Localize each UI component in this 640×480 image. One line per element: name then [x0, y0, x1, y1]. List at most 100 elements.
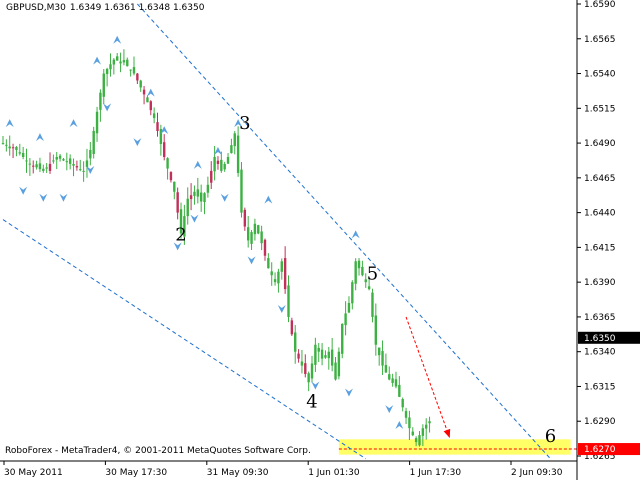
- candle-body-106: [357, 260, 361, 269]
- candle-body-66: [223, 163, 226, 170]
- candle-body-82: [277, 271, 280, 284]
- candle-body-99: [334, 362, 337, 380]
- candle-body-39: [132, 67, 136, 74]
- candle-body-11: [38, 163, 42, 170]
- candle-body-56: [189, 195, 193, 200]
- candle-body-42: [142, 89, 146, 95]
- candle-body-37: [126, 59, 129, 67]
- candle-body-41: [139, 80, 142, 88]
- candle-body-101: [341, 323, 344, 354]
- candle-body-36: [122, 60, 126, 63]
- y-tick-label-1.6290: 1.6290: [584, 417, 616, 427]
- x-tick-label-1: 30 May 17:30: [105, 468, 167, 478]
- candle-body-90: [304, 363, 307, 374]
- candle-body-123: [414, 438, 418, 443]
- candle-body-104: [351, 282, 354, 304]
- candle-body-13: [45, 167, 48, 169]
- candle-body-113: [381, 351, 384, 366]
- candle-body-3: [11, 147, 15, 149]
- candle-body-62: [210, 170, 213, 183]
- candle-body-87: [294, 332, 297, 352]
- candle-body-74: [250, 232, 253, 244]
- candle-body-94: [317, 347, 320, 352]
- wave-label-2: 2: [175, 224, 186, 245]
- candle-body-33: [112, 59, 116, 65]
- y-tick-label-1.6590: 1.6590: [584, 0, 616, 10]
- candle-body-97: [327, 351, 331, 359]
- candle-body-12: [42, 168, 45, 171]
- candle-body-38: [129, 69, 132, 71]
- candle-body-2: [8, 146, 11, 149]
- y-tick-label-1.6490: 1.6490: [584, 139, 616, 149]
- symbol-label: GBPUSD,M30: [6, 3, 66, 13]
- y-tick-label-1.6565: 1.6565: [584, 35, 616, 45]
- candle-body-7: [25, 160, 28, 162]
- candle-body-121: [408, 417, 411, 429]
- y-tick-label-1.6540: 1.6540: [584, 70, 616, 80]
- candle-body-75: [253, 223, 257, 235]
- candle-body-118: [398, 384, 401, 397]
- candle-body-79: [267, 258, 270, 269]
- candle-body-109: [367, 286, 371, 290]
- candle-body-43: [146, 97, 149, 103]
- candle-body-125: [421, 428, 425, 436]
- candle-body-86: [290, 320, 294, 335]
- candle-body-27: [92, 130, 95, 155]
- candle-body-72: [243, 209, 247, 227]
- y-tick-label-1.6415: 1.6415: [584, 243, 616, 253]
- candle-body-4: [15, 146, 18, 151]
- candle-body-88: [297, 353, 300, 359]
- candle-body-28: [95, 111, 99, 134]
- copyright-text: RoboForex - MetaTrader4, © 2001-2011 Met…: [5, 446, 311, 456]
- x-tick-label-5: 2 Jun 09:30: [511, 468, 563, 478]
- candle-body-81: [273, 279, 277, 283]
- candle-body-124: [418, 435, 421, 446]
- candle-body-61: [206, 184, 210, 193]
- candle-body-89: [300, 361, 304, 366]
- candle-body-126: [425, 424, 428, 429]
- candle-body-49: [166, 158, 169, 169]
- candle-body-46: [156, 122, 159, 132]
- candle-body-80: [270, 271, 273, 276]
- candle-body-103: [347, 303, 351, 313]
- wave-label-6: 6: [545, 426, 556, 447]
- candle-body-105: [354, 261, 357, 284]
- candle-body-127: [428, 421, 431, 424]
- candle-body-107: [361, 266, 364, 276]
- candle-body-64: [216, 160, 220, 164]
- wave-label-5: 5: [367, 263, 378, 284]
- price-chart[interactable]: 2 3 4 5 6 1.6590 1.6565 1.6540 1.6515 1.6490 1.64…: [0, 0, 640, 480]
- candle-body-98: [330, 349, 334, 366]
- candle-body-21: [72, 163, 75, 166]
- candle-body-57: [193, 191, 196, 196]
- candle-body-60: [203, 193, 206, 202]
- candle-body-55: [186, 198, 189, 217]
- y-tick-label-1.6315: 1.6315: [584, 382, 616, 392]
- candle-body-120: [404, 411, 408, 418]
- candle-body-69: [233, 133, 236, 147]
- candle-body-15: [52, 160, 55, 162]
- candle-body-19: [65, 161, 69, 163]
- candle-body-114: [384, 365, 388, 373]
- candle-body-35: [119, 61, 122, 64]
- candle-body-6: [21, 153, 25, 157]
- candle-body-117: [394, 379, 398, 387]
- candle-body-122: [411, 431, 414, 436]
- x-tick-label-3: 1 Jun 01:30: [308, 468, 360, 478]
- candle-body-84: [283, 258, 287, 290]
- candle-body-116: [391, 378, 394, 383]
- chart-background: [0, 0, 640, 480]
- candle-body-22: [75, 166, 79, 168]
- candle-body-0: [1, 143, 5, 145]
- candle-body-65: [220, 159, 223, 171]
- candle-body-44: [149, 101, 152, 111]
- candle-body-63: [213, 156, 216, 172]
- candle-body-29: [99, 92, 102, 110]
- x-tick-label-0: 30 May 2011: [4, 468, 63, 478]
- candle-body-40: [136, 73, 139, 81]
- candle-body-14: [48, 163, 52, 171]
- candle-body-78: [263, 239, 267, 256]
- candle-body-115: [388, 374, 391, 380]
- y-tick-label-1.6465: 1.6465: [584, 174, 616, 184]
- candle-body-20: [68, 158, 72, 164]
